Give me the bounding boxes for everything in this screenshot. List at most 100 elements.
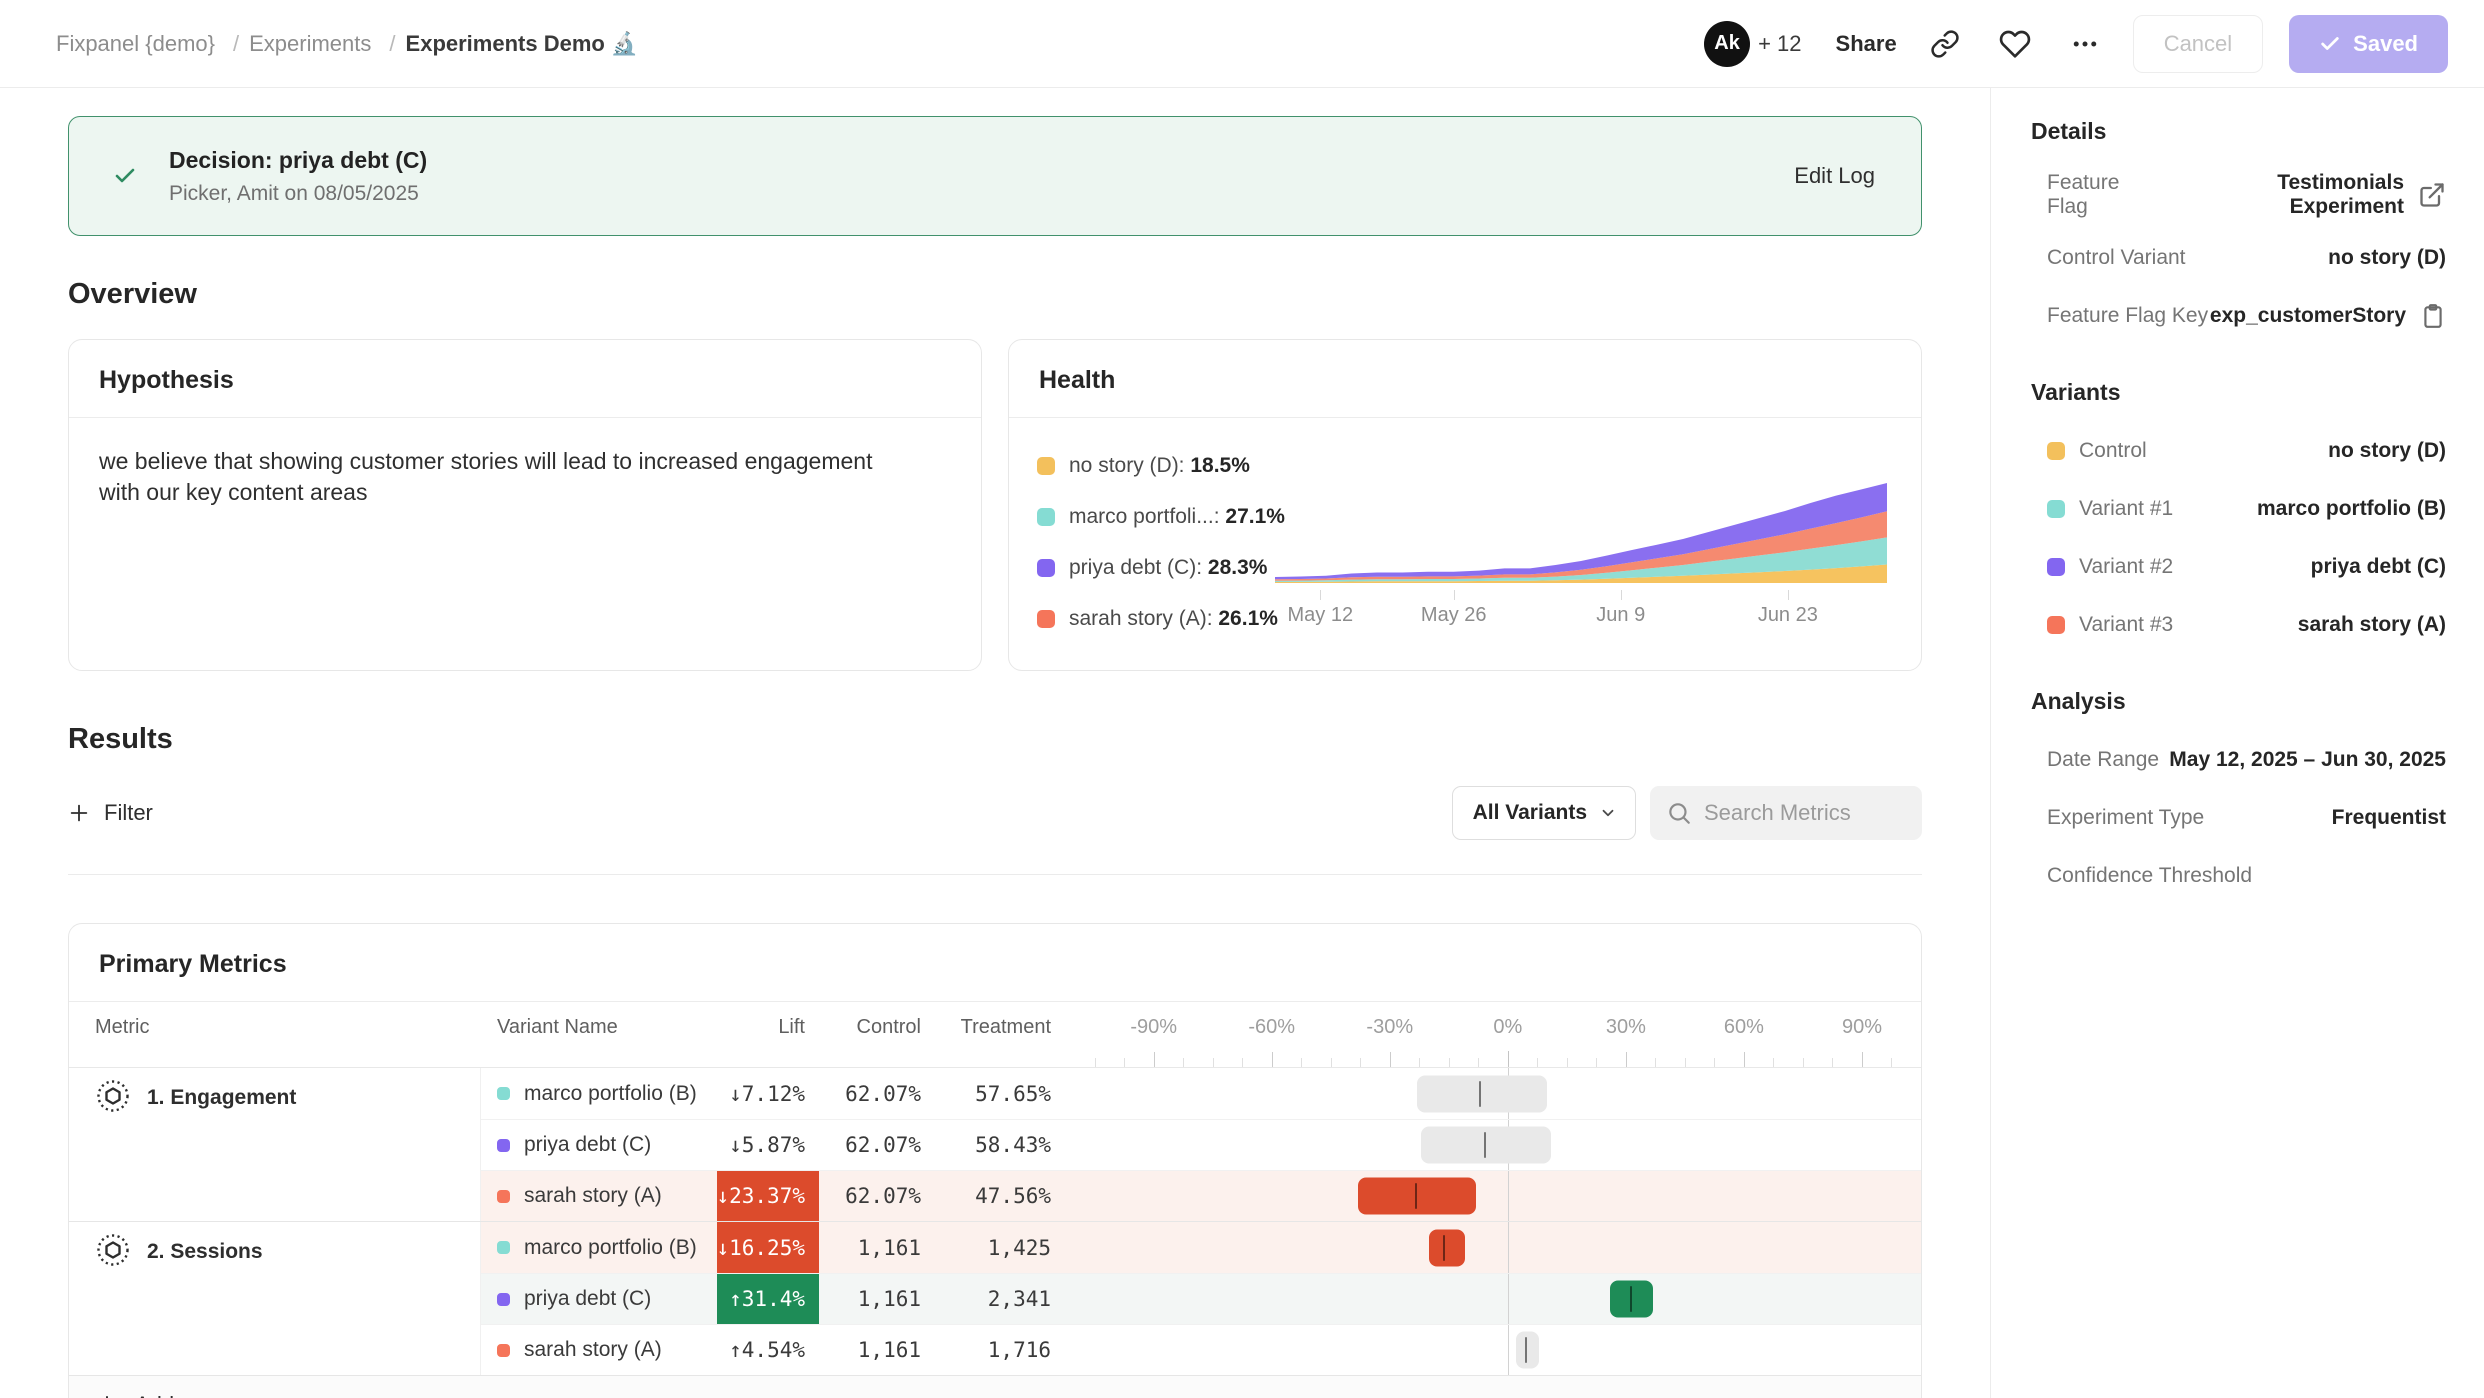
avatar[interactable]: Ak [1704, 21, 1750, 67]
field-value-text: exp_customerStory [2210, 304, 2406, 328]
x-axis-label: Jun 23 [1758, 604, 1818, 627]
metric-cell[interactable]: 1. Engagement [69, 1068, 481, 1221]
details-sidebar: DetailsFeature FlagTestimonials Experime… [1990, 88, 2484, 1398]
add-label: Add [135, 1392, 174, 1398]
zero-axis-line [1508, 1171, 1509, 1221]
legend-color-chip [1037, 559, 1055, 577]
breadcrumb-item[interactable]: Experiments [223, 31, 371, 57]
lift-cell: ↓7.12% [717, 1068, 819, 1119]
metric-variant-row[interactable]: sarah story (A)↑4.54%1,1611,716 [481, 1324, 1921, 1375]
variant-cell: marco portfolio (B) [481, 1068, 717, 1119]
legend-item: marco portfoli...: 27.1% [1037, 505, 1275, 529]
legend-color-chip [1037, 457, 1055, 475]
lift-cell: ↓23.37% [717, 1171, 819, 1221]
breadcrumb-item[interactable]: Fixpanel {demo} [56, 31, 215, 57]
metric-variant-row[interactable]: priya debt (C)↑31.4%1,1612,341 [481, 1273, 1921, 1324]
collaborator-avatars[interactable]: Ak + 12 [1704, 21, 1801, 67]
column-header-lift: Lift [717, 1002, 819, 1067]
treatment-value: 2,341 [949, 1274, 1075, 1324]
copy-link-button[interactable] [1923, 22, 1967, 66]
goal-metric-icon [95, 1078, 131, 1114]
lift-value: ↑4.54% [729, 1338, 805, 1362]
variant-cell: priya debt (C) [481, 1120, 717, 1170]
variants-dropdown[interactable]: All Variants [1452, 786, 1636, 840]
metric-variant-row[interactable]: priya debt (C)↓5.87%62.07%58.43% [481, 1119, 1921, 1170]
axis-tick-mark [1478, 1058, 1479, 1067]
add-filter-button[interactable]: Filter [68, 800, 153, 826]
lift-cell: ↓5.87% [717, 1120, 819, 1170]
lift-point-marker [1630, 1286, 1632, 1312]
cancel-button[interactable]: Cancel [2133, 15, 2263, 73]
topbar-actions: Ak + 12 Share Cancel [1704, 15, 2448, 73]
health-card: Health no story (D): 18.5% marco portfoli… [1008, 339, 1922, 671]
details-row: Feature FlagTestimonials Experiment [2031, 171, 2446, 219]
confidence-interval-cell [1075, 1274, 1921, 1324]
share-button[interactable]: Share [1836, 31, 1897, 57]
metric-variant-row[interactable]: marco portfolio (B)↓7.12%62.07%57.65% [481, 1068, 1921, 1119]
lift-cell: ↑31.4% [717, 1274, 819, 1324]
column-header-variant: Variant Name [481, 1002, 717, 1067]
variant-color-dot [497, 1190, 510, 1203]
axis-tick-mark [1714, 1058, 1715, 1067]
metric-cell[interactable]: 2. Sessions [69, 1222, 481, 1375]
top-bar: Fixpanel {demo} Experiments Experiments De… [0, 0, 2484, 88]
more-options-button[interactable] [2063, 22, 2107, 66]
axis-tick-mark [1862, 1052, 1863, 1067]
field-label-text: Feature Flag [2047, 171, 2163, 219]
metric-variant-row[interactable]: marco portfolio (B)↓16.25%1,1611,425 [481, 1222, 1921, 1273]
search-metrics-box[interactable] [1650, 786, 1922, 840]
variant-cell: sarah story (A) [481, 1171, 717, 1221]
variant-cell: sarah story (A) [481, 1325, 717, 1375]
field-label-text: Confidence Threshold [2047, 864, 2252, 888]
field-label: Experiment Type [2047, 806, 2204, 830]
field-label-text: Control Variant [2047, 246, 2186, 270]
field-label: Control [2047, 439, 2147, 463]
control-value: 62.07% [819, 1068, 949, 1119]
field-value-text: sarah story (A) [2298, 613, 2446, 637]
field-value-text: May 12, 2025 – Jun 30, 2025 [2169, 748, 2446, 772]
field-label: Date Range [2047, 748, 2159, 772]
favorite-button[interactable] [1993, 22, 2037, 66]
main-content: Decision: priya debt (C) Picker, Amit on… [0, 88, 1990, 1398]
clipboard-icon[interactable] [2420, 303, 2446, 329]
field-label-text: Experiment Type [2047, 806, 2204, 830]
external-link-icon[interactable] [2418, 181, 2446, 209]
overview-heading: Overview [68, 278, 1922, 311]
results-heading: Results [68, 723, 1922, 756]
confidence-interval-box [1358, 1178, 1476, 1215]
lift-cell: ↑4.54% [717, 1325, 819, 1375]
x-axis-tick [1320, 590, 1321, 600]
field-label: Confidence Threshold [2047, 864, 2252, 888]
details-row: Control Variantno story (D) [2031, 239, 2446, 277]
zero-axis-line [1508, 1051, 1509, 1067]
axis-tick-label: 60% [1724, 1016, 1764, 1039]
variant-name: marco portfolio (B) [524, 1082, 697, 1106]
variant-color-dot [497, 1293, 510, 1306]
metric-group: 2. Sessionsmarco portfolio (B)↓16.25%1,1… [69, 1222, 1921, 1375]
metrics-table: MetricVariant NameLiftControlTreatment-9… [69, 1002, 1921, 1375]
check-icon [2319, 33, 2341, 55]
legend-label: no story (D): 18.5% [1069, 454, 1250, 478]
legend-value: 18.5% [1190, 454, 1250, 477]
health-card-title: Health [1009, 340, 1921, 418]
add-metric-button[interactable]: Add [95, 1392, 174, 1398]
legend-item: sarah story (A): 26.1% [1037, 607, 1275, 631]
axis-tick-mark [1685, 1058, 1686, 1067]
confidence-interval-cell [1075, 1171, 1921, 1221]
lift-axis-header: -90%-60%-30%0%30%60%90% [1075, 1002, 1921, 1067]
breadcrumb-item: Experiments Demo 🔬 [379, 31, 638, 57]
hypothesis-text: we believe that showing customer stories… [69, 418, 949, 536]
x-axis-label: May 26 [1421, 604, 1487, 627]
saved-button[interactable]: Saved [2289, 15, 2448, 73]
axis-tick-mark [1301, 1058, 1302, 1067]
axis-tick-mark [1537, 1058, 1538, 1067]
field-label: Feature Flag [2047, 171, 2163, 219]
zero-axis-line [1508, 1325, 1509, 1375]
search-metrics-input[interactable] [1704, 800, 1904, 826]
metric-variant-row[interactable]: sarah story (A)↓23.37%62.07%47.56% [481, 1170, 1921, 1221]
axis-tick-mark [1655, 1058, 1656, 1067]
confidence-interval-box [1516, 1332, 1540, 1369]
check-icon [113, 164, 137, 188]
table-header-row: MetricVariant NameLiftControlTreatment-9… [69, 1002, 1921, 1068]
edit-log-link[interactable]: Edit Log [1794, 163, 1875, 189]
